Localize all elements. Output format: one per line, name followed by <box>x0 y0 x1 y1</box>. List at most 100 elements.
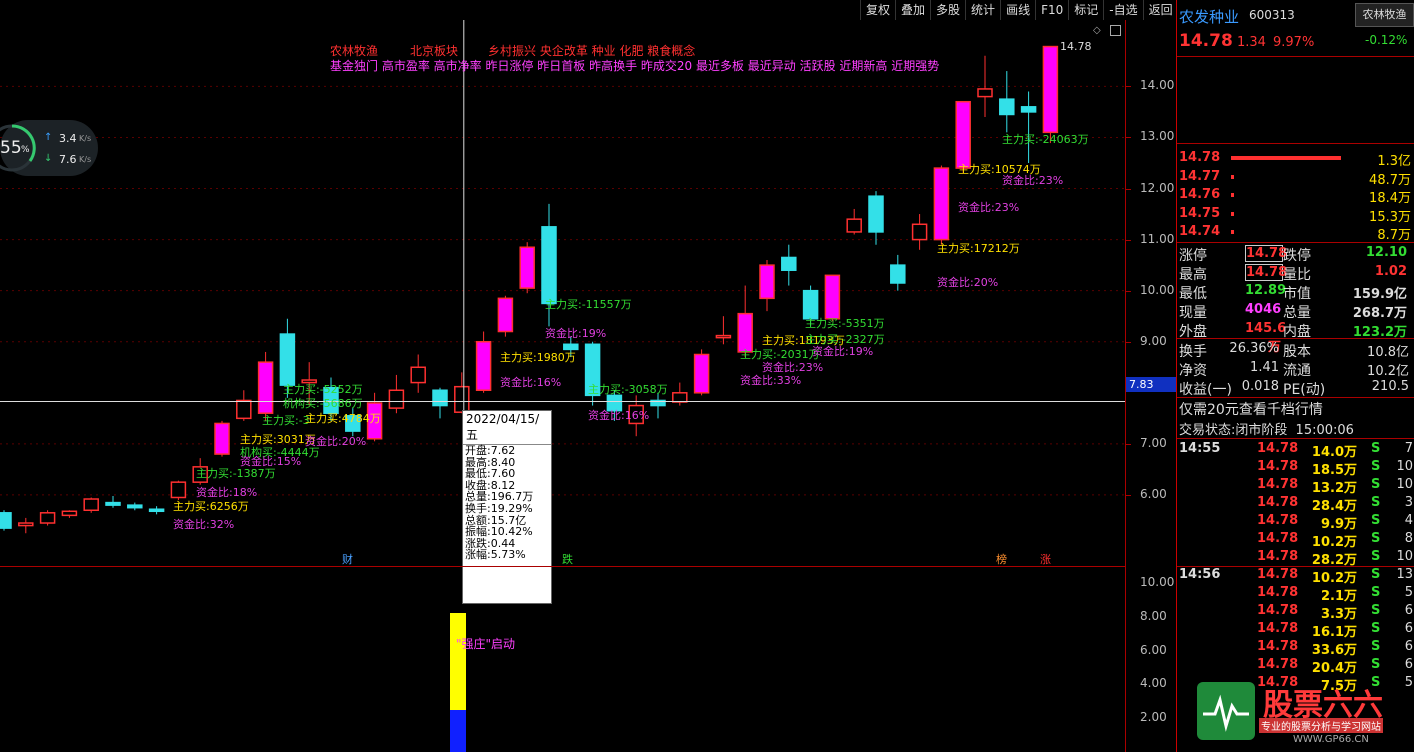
popup-key: 涨幅 <box>465 548 487 562</box>
candle-body[interactable] <box>127 504 143 509</box>
kline-svg[interactable] <box>0 20 1126 566</box>
bid-bar <box>1231 174 1235 179</box>
toolbar-btn-7[interactable]: -自选 <box>1103 0 1142 20</box>
candle-body[interactable] <box>148 508 165 513</box>
tick-side: S <box>1371 477 1381 492</box>
candle-body[interactable] <box>541 226 557 305</box>
stat-label: 市值 <box>1283 286 1311 302</box>
candle-body[interactable] <box>214 422 230 455</box>
stat-value: 1.02 <box>1374 264 1407 279</box>
candle-body[interactable] <box>1042 45 1059 134</box>
event-marker[interactable]: 跌 <box>562 551 573 567</box>
toolbar-btn-6[interactable]: 标记 <box>1068 0 1103 20</box>
toolbar-btn-1[interactable]: 叠加 <box>895 0 930 20</box>
candle-body[interactable] <box>715 334 732 339</box>
fund-flow-label: 资金比:20% <box>937 276 999 289</box>
candle-body[interactable] <box>497 297 514 333</box>
price-tick <box>1126 239 1131 241</box>
kline-chart[interactable] <box>0 20 1126 566</box>
candle-body[interactable] <box>999 98 1015 116</box>
pin-icon[interactable]: ◇ <box>1093 25 1101 36</box>
candle-body[interactable] <box>257 361 274 414</box>
fund-flow-label: 资金比:23% <box>1002 174 1064 187</box>
sector-button[interactable]: 农林牧渔 <box>1355 3 1414 27</box>
tick-volume: 10.2万 <box>1311 571 1357 586</box>
candle-body[interactable] <box>83 498 99 512</box>
candle-body[interactable] <box>388 389 405 409</box>
candle-body[interactable] <box>170 481 187 499</box>
candle-body[interactable] <box>279 333 296 386</box>
price-tick-label: 9.00 <box>1140 333 1167 348</box>
candle-body[interactable] <box>759 264 775 300</box>
candle-body[interactable] <box>236 399 252 420</box>
tick-price: 14.78 <box>1257 639 1299 654</box>
candle-body[interactable] <box>977 88 993 98</box>
candle-body[interactable] <box>39 512 56 524</box>
candle-body[interactable] <box>933 167 950 241</box>
candle-body[interactable] <box>955 100 971 169</box>
candle-body[interactable] <box>911 223 928 241</box>
candle-body[interactable] <box>781 256 797 271</box>
stat-value: 0.018 <box>1241 379 1279 394</box>
toolbar-btn-2[interactable]: 多股 <box>930 0 965 20</box>
tick-price: 14.78 <box>1257 585 1299 600</box>
tick-count: 4 <box>1404 513 1413 528</box>
candle-body[interactable] <box>0 512 12 529</box>
bid-price: 14.77 <box>1179 168 1221 184</box>
candle-body[interactable] <box>105 501 121 506</box>
candle-body[interactable] <box>802 289 819 320</box>
toolbar-btn-5[interactable]: F10 <box>1035 0 1068 20</box>
candle-body[interactable] <box>519 246 535 289</box>
stat-label: 涨停 <box>1179 248 1207 264</box>
price-tick-label: 12.00 <box>1140 180 1175 195</box>
candle-body[interactable] <box>563 343 579 351</box>
candle-body[interactable] <box>868 195 884 233</box>
candle-body[interactable] <box>410 366 426 384</box>
candle-body[interactable] <box>824 274 841 320</box>
stat-value: 4046 <box>1245 302 1282 317</box>
candle-body[interactable] <box>737 312 753 353</box>
volume-bar-lower <box>450 710 466 752</box>
stock-code: 600313 <box>1249 8 1295 22</box>
event-marker[interactable]: 财 <box>342 551 353 567</box>
candle-body[interactable] <box>693 353 710 394</box>
bid-price: 14.76 <box>1179 187 1221 202</box>
candle-body[interactable] <box>672 392 688 403</box>
toolbar-btn-4[interactable]: 画线 <box>1000 0 1035 20</box>
price-tick <box>1126 86 1131 88</box>
fund-flow-label: 资金比:19% <box>812 345 874 358</box>
toolbar-btn-8[interactable]: 返回 <box>1142 0 1178 20</box>
candle-body[interactable] <box>890 264 906 284</box>
tick-count: 6 <box>1404 657 1413 672</box>
tick-volume: 3.3万 <box>1320 607 1357 622</box>
fund-flow-label: 资金比:23% <box>762 361 824 374</box>
watermark: 股票六六 专业的股票分析与学习网站 WWW.GP66.CN <box>1197 680 1414 752</box>
candle-body[interactable] <box>18 522 34 527</box>
fund-flow-label: 资金比:32% <box>173 518 235 531</box>
bid-bar <box>1231 156 1341 160</box>
tick-volume: 28.4万 <box>1311 499 1357 514</box>
watermark-sub: 专业的股票分析与学习网站 <box>1259 718 1383 733</box>
panel-toggle-icon[interactable] <box>1110 25 1121 36</box>
candle-body[interactable] <box>432 389 448 407</box>
candle-body[interactable] <box>61 510 78 517</box>
fund-flow-label: 资金比:16% <box>500 376 562 389</box>
tick-side: S <box>1371 531 1381 546</box>
event-marker[interactable]: 涨 <box>1040 551 1051 567</box>
high-price-label: 14.78 <box>1060 40 1092 53</box>
fund-flow-label: 主力买:1980万 <box>500 351 576 364</box>
candle-body[interactable] <box>475 340 492 391</box>
promo-link[interactable]: 仅需20元查看千档行情 <box>1179 399 1323 419</box>
stat-label: 换手 <box>1179 344 1207 360</box>
candle-body[interactable] <box>846 218 862 233</box>
tick-count: 6 <box>1404 621 1413 636</box>
event-marker[interactable]: 榜 <box>996 551 1007 567</box>
toolbar-btn-0[interactable]: 复权 <box>860 0 895 20</box>
candle-body[interactable] <box>1020 106 1037 113</box>
volume-label: "强庄"启动 <box>456 637 516 651</box>
candle-body[interactable] <box>454 385 470 413</box>
tick-side: S <box>1371 513 1381 528</box>
fund-flow-label: 资金比:33% <box>740 374 802 387</box>
toolbar-btn-3[interactable]: 统计 <box>965 0 1000 20</box>
trade-time: 15:00:06 <box>1295 423 1354 438</box>
